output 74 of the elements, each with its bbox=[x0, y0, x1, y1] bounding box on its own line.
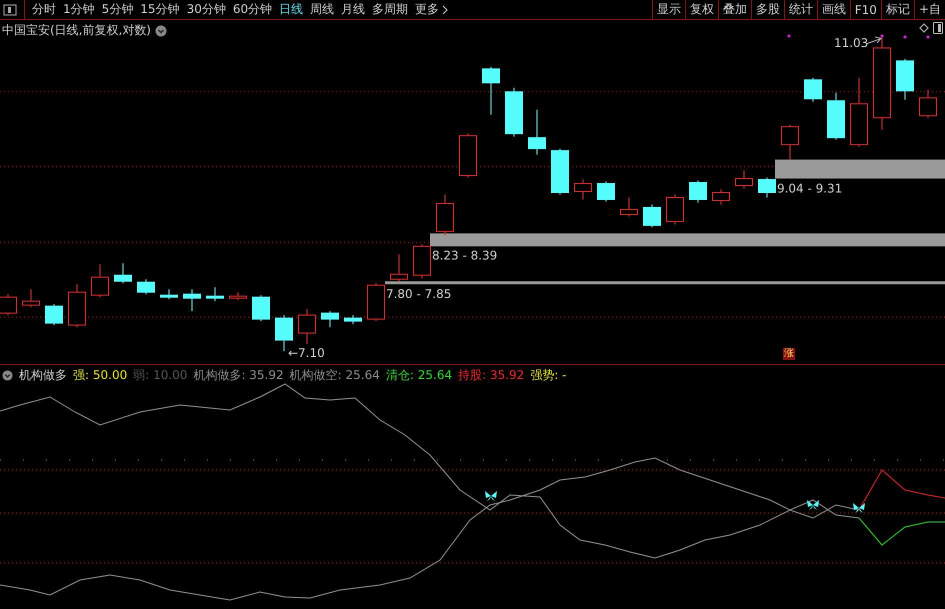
candlestick bbox=[160, 288, 178, 300]
candlestick bbox=[551, 148, 569, 195]
period-tab[interactable]: 日线 bbox=[279, 1, 304, 18]
candlestick bbox=[643, 204, 661, 228]
candlestick bbox=[298, 308, 316, 345]
period-tab[interactable]: 周线 bbox=[310, 1, 334, 18]
candlestick bbox=[436, 194, 454, 236]
candlestick bbox=[459, 133, 477, 178]
candlestick bbox=[896, 58, 914, 100]
candlestick bbox=[827, 92, 845, 140]
period-tab[interactable]: 5分钟 bbox=[102, 1, 134, 18]
candlestick bbox=[735, 170, 753, 189]
candlestick bbox=[229, 292, 247, 301]
panel-toggle-icon[interactable] bbox=[3, 4, 17, 16]
candlestick bbox=[252, 294, 270, 322]
chart-title: 中国宝安(日线,前复权,对数) bbox=[2, 22, 151, 39]
candlestick bbox=[45, 304, 63, 326]
indicator-value: 机构做多: 35.92 bbox=[193, 367, 284, 384]
indicator-value: 持股: 35.92 bbox=[458, 367, 524, 384]
candlestick bbox=[206, 286, 224, 302]
candlestick bbox=[919, 89, 937, 118]
candlestick bbox=[528, 109, 546, 156]
candlestick bbox=[137, 278, 155, 295]
price-label: 7.80 - 7.85 bbox=[386, 287, 452, 302]
candlestick bbox=[367, 282, 385, 322]
indicator-value: 强: 50.00 bbox=[73, 367, 128, 384]
period-tab[interactable]: 分时 bbox=[32, 1, 56, 18]
rise-tag: 涨 bbox=[783, 348, 795, 360]
panel-toggle-icon[interactable] bbox=[933, 22, 943, 34]
candlestick bbox=[390, 254, 408, 282]
price-label: ←7.10 bbox=[288, 346, 325, 360]
price-label: 8.23 - 8.39 bbox=[432, 248, 498, 262]
period-tab[interactable]: 30分钟 bbox=[186, 1, 226, 18]
candlestick bbox=[413, 244, 431, 279]
dropdown-icon[interactable] bbox=[155, 24, 167, 36]
candlestick bbox=[22, 288, 40, 308]
candlestick bbox=[666, 194, 684, 225]
candlestick bbox=[321, 310, 339, 328]
indicator-value: 清仓: 25.64 bbox=[386, 367, 452, 384]
candlestick bbox=[597, 181, 615, 202]
dropdown-icon[interactable] bbox=[2, 370, 13, 381]
butterfly-icon bbox=[853, 503, 865, 513]
candlestick bbox=[482, 66, 500, 116]
candlestick bbox=[781, 124, 799, 160]
price-label: 11.03 bbox=[834, 36, 868, 50]
candlestick bbox=[68, 284, 86, 328]
candlestick bbox=[712, 189, 730, 205]
more-button[interactable]: 更多 bbox=[415, 1, 450, 18]
indicator-value: 强势: - bbox=[530, 367, 566, 384]
butterfly-icon bbox=[485, 491, 497, 501]
period-tab[interactable]: 60分钟 bbox=[232, 1, 272, 18]
candlestick bbox=[91, 264, 109, 298]
candlestick bbox=[183, 288, 201, 312]
caret-icon bbox=[442, 4, 450, 14]
period-tab[interactable]: 1分钟 bbox=[63, 1, 95, 18]
leader-arrow bbox=[866, 36, 882, 44]
diamond-icon[interactable] bbox=[919, 23, 929, 33]
period-tab[interactable]: 月线 bbox=[341, 1, 366, 18]
price-label: 9.04 - 9.31 bbox=[777, 182, 842, 196]
indicator-value: 弱: 10.00 bbox=[133, 367, 188, 384]
period-tab[interactable]: 15分钟 bbox=[140, 1, 180, 18]
butterfly-icon bbox=[807, 500, 819, 510]
candlestick bbox=[850, 77, 868, 148]
candlestick bbox=[114, 262, 132, 284]
candlestick bbox=[689, 180, 707, 203]
candlestick bbox=[344, 314, 362, 325]
candlestick bbox=[620, 196, 638, 217]
candlestick bbox=[758, 177, 776, 198]
indicator-value: 机构做空: 25.64 bbox=[290, 367, 380, 384]
candlestick bbox=[804, 77, 822, 102]
candlestick bbox=[505, 87, 523, 138]
candlestick bbox=[574, 179, 592, 200]
indicator-name: 机构做多 bbox=[19, 367, 67, 384]
period-tab[interactable]: 多周期 bbox=[372, 1, 408, 18]
